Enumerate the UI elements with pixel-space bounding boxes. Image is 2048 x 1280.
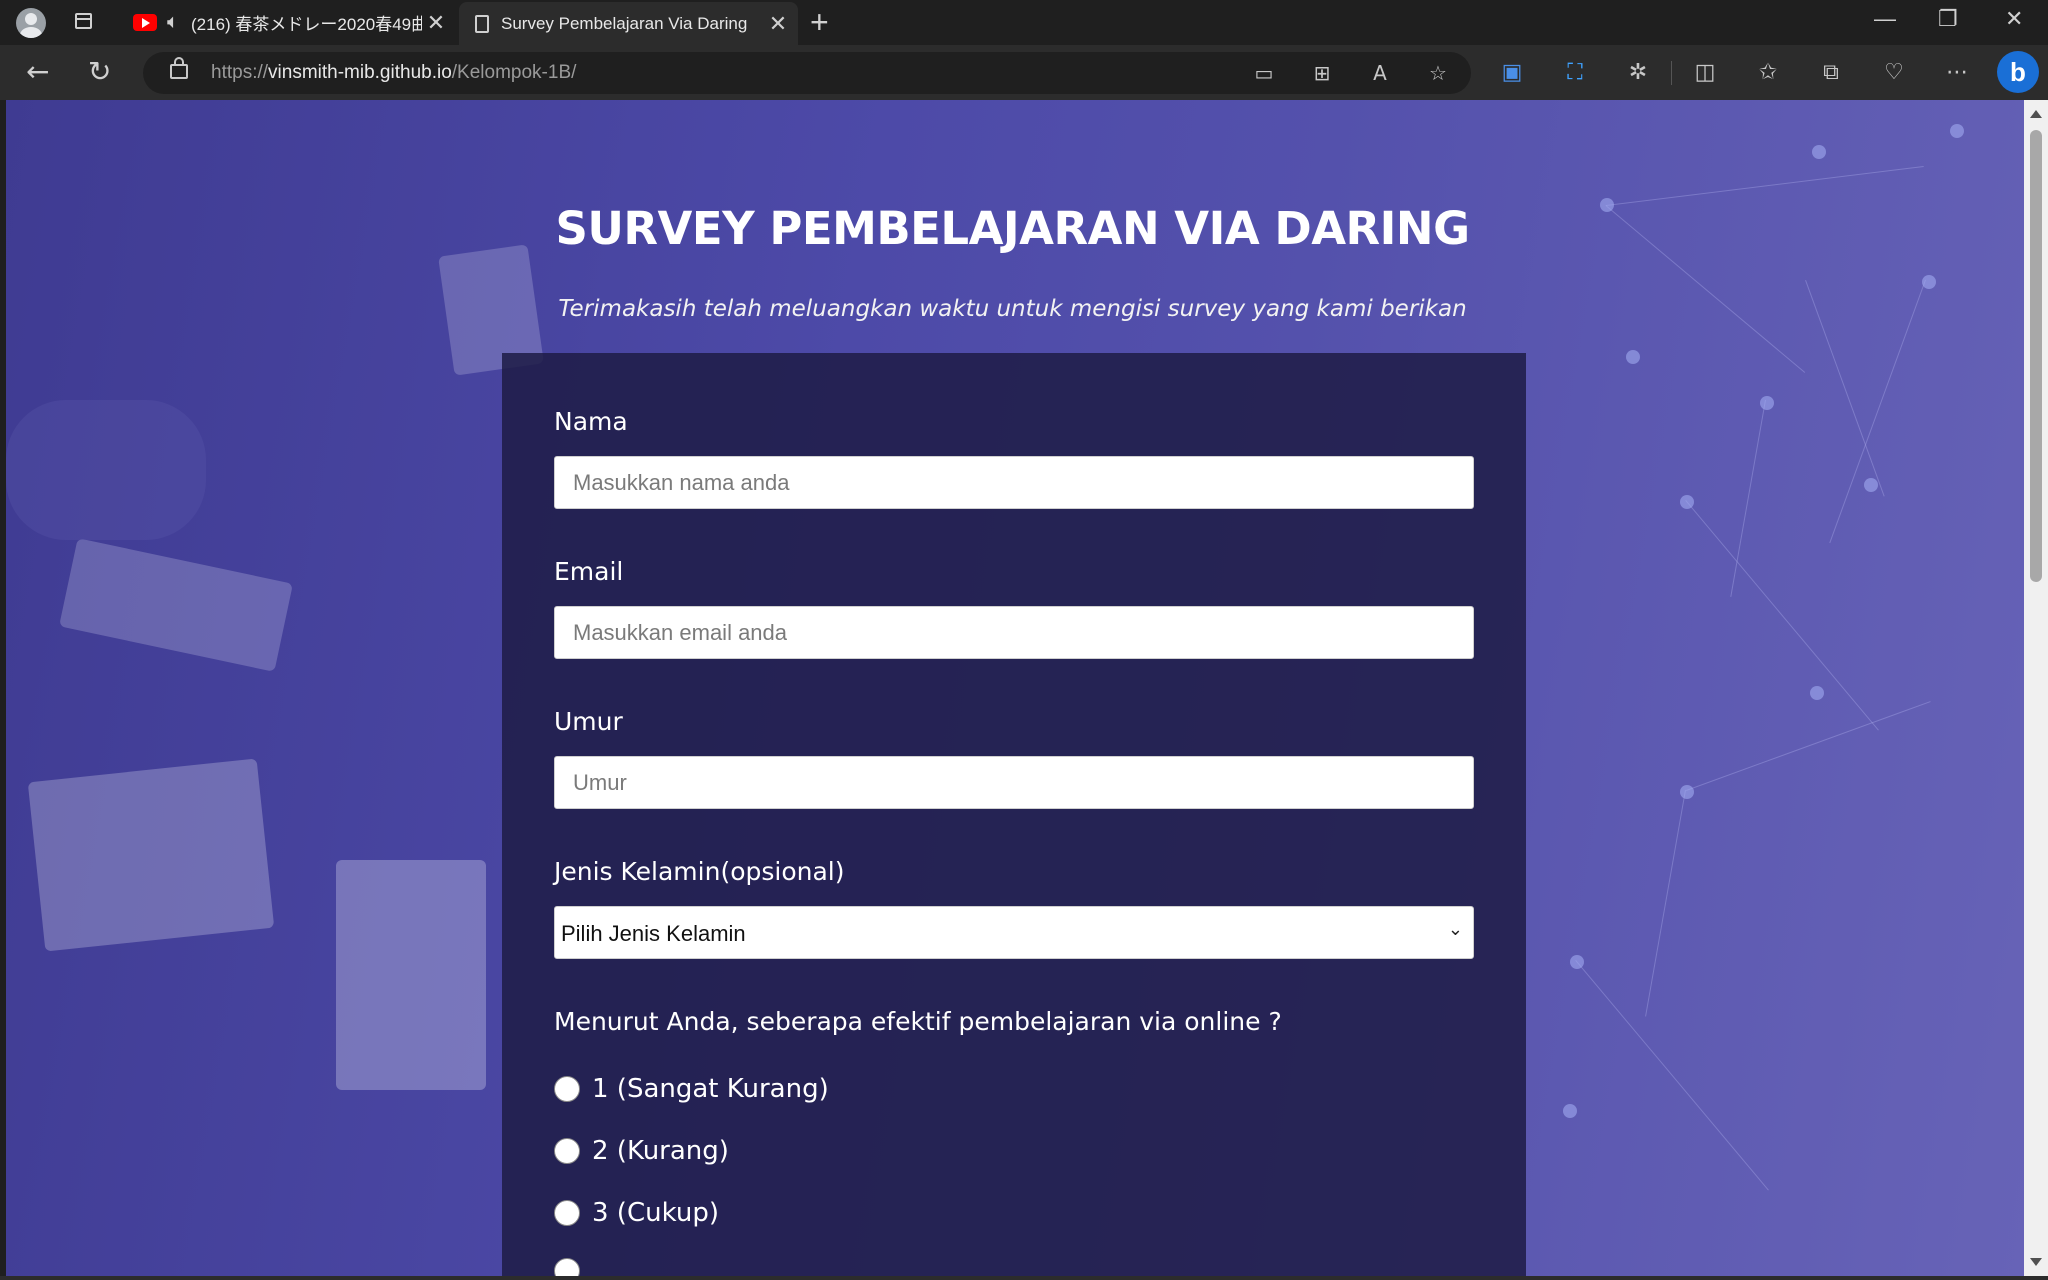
- back-icon[interactable]: ←: [26, 57, 49, 87]
- radio-label: 3 (Cukup): [592, 1198, 719, 1228]
- gender-select-value: Pilih Jenis Kelamin: [561, 921, 746, 946]
- radio-label: 2 (Kurang): [592, 1136, 729, 1166]
- browser-toolbar: ← ↻ https://vinsmith-mib.github.io/Kelom…: [0, 45, 2048, 100]
- page-title: SURVEY PEMBELAJARAN VIA DARING: [555, 202, 1470, 255]
- survey-form: Nama Email Umur Jenis Kelamin(opsional) …: [502, 353, 1526, 1276]
- radio-label: 1 (Sangat Kurang): [592, 1074, 829, 1104]
- tab-actions-icon[interactable]: [72, 10, 96, 34]
- radio-button[interactable]: [554, 1258, 580, 1276]
- toolbar-divider: [1671, 61, 1672, 85]
- chevron-down-icon: ⌄: [1447, 919, 1463, 939]
- extensions-icon[interactable]: ✲: [1624, 59, 1652, 87]
- favorite-star-icon[interactable]: ☆: [1426, 61, 1450, 85]
- address-bar[interactable]: https://vinsmith-mib.github.io/Kelompok-…: [143, 52, 1471, 94]
- radio-option[interactable]: 1 (Sangat Kurang): [554, 1074, 829, 1104]
- email-input[interactable]: [554, 606, 1474, 659]
- radio-button[interactable]: [554, 1076, 580, 1102]
- effectiveness-question: Menurut Anda, seberapa efektif pembelaja…: [554, 1007, 1282, 1036]
- tab-title: (216) 春茶メドレー2020春49曲: [191, 15, 422, 34]
- translate-icon[interactable]: ▣: [1498, 59, 1526, 87]
- scrollbar-thumb[interactable]: [2030, 130, 2042, 582]
- background-document: [336, 860, 486, 1090]
- refresh-icon[interactable]: ↻: [88, 57, 111, 87]
- tab-strip: 🔈︎ (216) 春茶メドレー2020春49曲 ✕ Survey Pembela…: [0, 0, 2048, 45]
- page-viewport: SURVEY PEMBELAJARAN VIA DARING Terimakas…: [6, 100, 2024, 1276]
- more-icon[interactable]: ⋯: [1943, 59, 1971, 87]
- url-text[interactable]: https://vinsmith-mib.github.io/Kelompok-…: [211, 62, 576, 84]
- gender-select[interactable]: Pilih Jenis Kelamin ⌄: [554, 906, 1474, 959]
- tab-survey[interactable]: Survey Pembelajaran Via Daring ✕: [459, 2, 798, 45]
- name-input[interactable]: [554, 456, 1474, 509]
- gender-label: Jenis Kelamin(opsional): [554, 857, 845, 886]
- radio-option[interactable]: 3 (Cukup): [554, 1198, 719, 1228]
- window-close-icon[interactable]: ✕: [2005, 6, 2023, 32]
- health-icon[interactable]: ♡: [1880, 59, 1908, 87]
- page-scrollbar[interactable]: [2024, 100, 2048, 1276]
- name-label: Nama: [554, 407, 628, 436]
- screenshot-icon[interactable]: ⛶: [1561, 59, 1589, 87]
- favorites-icon[interactable]: ✩: [1754, 59, 1782, 87]
- radio-button[interactable]: [554, 1138, 580, 1164]
- radio-button[interactable]: [554, 1200, 580, 1226]
- background-paper: [59, 538, 293, 672]
- background-book: [27, 758, 275, 952]
- scroll-up-icon[interactable]: [2030, 110, 2042, 118]
- apps-icon[interactable]: ⊞: [1310, 61, 1334, 85]
- profile-icon[interactable]: [16, 8, 46, 38]
- audio-icon[interactable]: 🔈︎: [167, 11, 179, 34]
- lock-icon[interactable]: [170, 57, 188, 79]
- bing-icon[interactable]: b: [1997, 51, 2039, 93]
- split-screen-icon[interactable]: ◫: [1691, 59, 1719, 87]
- close-icon[interactable]: ✕: [422, 10, 450, 36]
- minimize-icon[interactable]: —: [1874, 6, 1896, 32]
- collections-icon[interactable]: ⧉: [1817, 59, 1845, 87]
- device-icon[interactable]: ▭: [1252, 61, 1276, 85]
- background-hand: [6, 400, 206, 540]
- document-icon: [475, 14, 489, 33]
- scroll-down-icon[interactable]: [2030, 1258, 2042, 1266]
- radio-option[interactable]: 2 (Kurang): [554, 1136, 729, 1166]
- age-input[interactable]: [554, 756, 1474, 809]
- restore-icon[interactable]: ❐: [1938, 6, 1958, 32]
- window-bottom-edge: [0, 1276, 2048, 1280]
- tab-youtube[interactable]: 🔈︎ (216) 春茶メドレー2020春49曲 ✕: [120, 0, 456, 45]
- youtube-icon: [133, 14, 157, 31]
- read-aloud-icon[interactable]: A: [1368, 61, 1392, 85]
- age-label: Umur: [554, 707, 623, 736]
- tab-title: Survey Pembelajaran Via Daring: [501, 13, 748, 33]
- close-icon[interactable]: ✕: [764, 11, 792, 37]
- page-subtitle: Terimakasih telah meluangkan waktu untuk…: [558, 296, 1467, 322]
- email-label: Email: [554, 557, 624, 586]
- radio-option-partial[interactable]: [554, 1258, 580, 1276]
- new-tab-icon[interactable]: +: [810, 6, 829, 38]
